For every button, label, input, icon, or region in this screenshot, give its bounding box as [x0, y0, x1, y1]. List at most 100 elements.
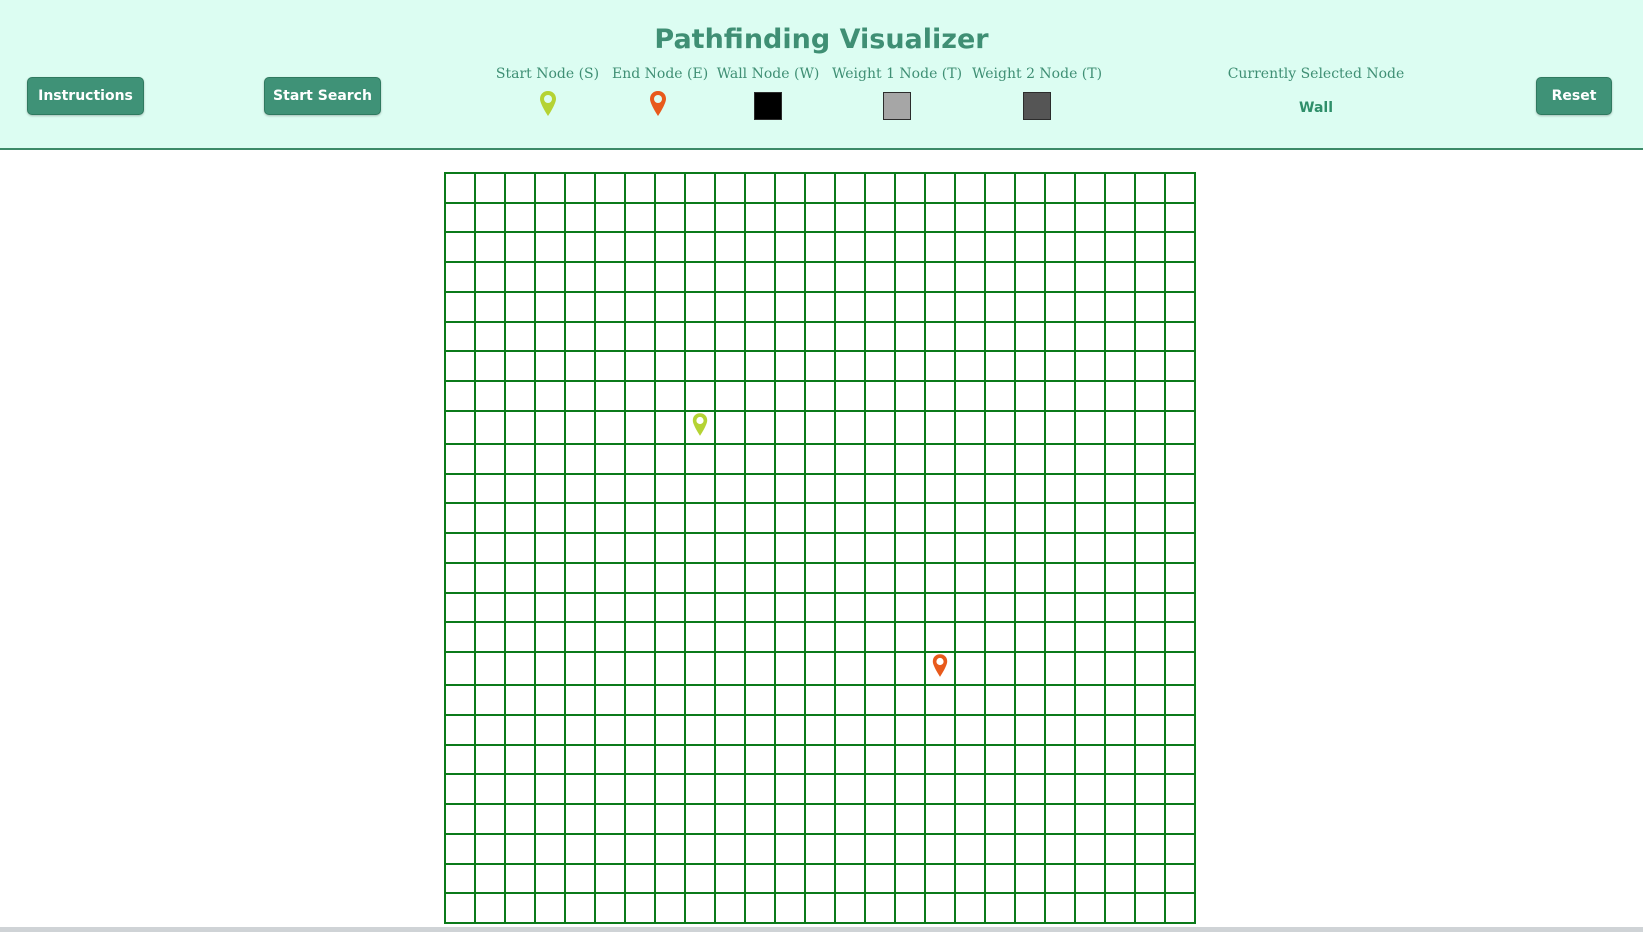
grid-cell[interactable]	[806, 745, 836, 776]
grid-cell[interactable]	[776, 563, 806, 594]
grid-cell[interactable]	[746, 775, 776, 806]
grid-cell[interactable]	[806, 563, 836, 594]
grid-cell[interactable]	[1136, 745, 1166, 776]
grid-cell[interactable]	[596, 894, 626, 924]
grid-cell[interactable]	[656, 775, 686, 806]
grid-cell[interactable]	[1076, 805, 1106, 835]
grid-cell[interactable]	[1106, 834, 1136, 865]
grid-cell[interactable]	[1106, 563, 1136, 594]
grid-cell[interactable]	[926, 715, 956, 746]
grid-cell[interactable]	[626, 805, 656, 835]
grid-cell[interactable]	[806, 775, 836, 806]
grid-cell[interactable]	[1106, 894, 1136, 924]
grid-cell[interactable]	[1076, 322, 1106, 353]
grid-cell[interactable]	[806, 894, 836, 924]
grid-cell[interactable]	[926, 534, 956, 564]
grid-cell[interactable]	[536, 534, 566, 564]
grid-cell[interactable]	[476, 775, 506, 806]
grid-cell[interactable]	[716, 382, 746, 412]
grid-cell[interactable]	[986, 715, 1016, 746]
grid-cell[interactable]	[1106, 263, 1136, 293]
grid-cell[interactable]	[956, 775, 986, 806]
grid-cell[interactable]	[896, 686, 926, 716]
grid-cell[interactable]	[1136, 444, 1166, 475]
grid-cell[interactable]	[1076, 474, 1106, 505]
grid-cell[interactable]	[686, 715, 716, 746]
grid-cell[interactable]	[1136, 292, 1166, 323]
grid-cell[interactable]	[716, 411, 746, 445]
grid-cell[interactable]	[1166, 411, 1196, 445]
grid-cell[interactable]	[506, 292, 536, 323]
grid-cell[interactable]	[476, 653, 506, 687]
grid-cell[interactable]	[956, 834, 986, 865]
grid-cell[interactable]	[836, 864, 866, 895]
grid-cell[interactable]	[956, 322, 986, 353]
grid-cell[interactable]	[476, 745, 506, 776]
grid-cell[interactable]	[536, 504, 566, 535]
grid-cell[interactable]	[1166, 504, 1196, 535]
grid-cell[interactable]	[1136, 411, 1166, 445]
grid-cell[interactable]	[626, 233, 656, 264]
grid-cell[interactable]	[1016, 263, 1046, 293]
grid-cell[interactable]	[596, 775, 626, 806]
grid-cell[interactable]	[836, 382, 866, 412]
grid-cell[interactable]	[656, 474, 686, 505]
grid-cell[interactable]	[536, 834, 566, 865]
grid-cell[interactable]	[1166, 593, 1196, 624]
grid-cell[interactable]	[566, 745, 596, 776]
grid-cell[interactable]	[1016, 292, 1046, 323]
grid-cell[interactable]	[446, 534, 476, 564]
grid-cell[interactable]	[1076, 504, 1106, 535]
grid-cell[interactable]	[986, 352, 1016, 383]
grid-cell[interactable]	[626, 292, 656, 323]
grid-cell[interactable]	[716, 233, 746, 264]
grid-cell[interactable]	[776, 444, 806, 475]
grid-cell[interactable]	[956, 563, 986, 594]
grid-cell[interactable]	[896, 322, 926, 353]
grid-cell[interactable]	[986, 444, 1016, 475]
grid-cell[interactable]	[986, 233, 1016, 264]
grid-cell[interactable]	[866, 864, 896, 895]
grid-cell[interactable]	[956, 411, 986, 445]
grid-cell[interactable]	[746, 474, 776, 505]
grid-cell[interactable]	[596, 593, 626, 624]
grid-cell[interactable]	[1136, 593, 1166, 624]
grid-cell[interactable]	[866, 174, 896, 204]
grid-cell[interactable]	[956, 444, 986, 475]
grid-cell[interactable]	[926, 563, 956, 594]
grid-cell[interactable]	[776, 203, 806, 234]
grid-cell[interactable]	[1106, 534, 1136, 564]
grid-cell[interactable]	[1136, 834, 1166, 865]
grid-cell[interactable]	[446, 474, 476, 505]
grid-cell[interactable]	[926, 411, 956, 445]
grid-cell[interactable]	[1106, 382, 1136, 412]
grid-cell[interactable]	[746, 411, 776, 445]
grid-cell[interactable]	[986, 174, 1016, 204]
grid-cell[interactable]	[1166, 563, 1196, 594]
grid-cell[interactable]	[596, 203, 626, 234]
grid-cell[interactable]	[566, 292, 596, 323]
grid-cell[interactable]	[596, 322, 626, 353]
grid-cell[interactable]	[506, 382, 536, 412]
grid-cell[interactable]	[686, 623, 716, 654]
grid-cell[interactable]	[476, 474, 506, 505]
grid-cell[interactable]	[1166, 745, 1196, 776]
grid-cell[interactable]	[896, 715, 926, 746]
grid-cell[interactable]	[776, 775, 806, 806]
grid-cell[interactable]	[866, 745, 896, 776]
grid-cell[interactable]	[866, 623, 896, 654]
grid-cell[interactable]	[1166, 623, 1196, 654]
grid-cell[interactable]	[1136, 474, 1166, 505]
grid-cell[interactable]	[686, 775, 716, 806]
grid-cell[interactable]	[1076, 745, 1106, 776]
grid-cell[interactable]	[1046, 775, 1076, 806]
grid-cell[interactable]	[656, 653, 686, 687]
grid-cell[interactable]	[596, 352, 626, 383]
grid-cell[interactable]	[566, 686, 596, 716]
grid-cell[interactable]	[536, 686, 566, 716]
grid-cell[interactable]	[866, 563, 896, 594]
grid-cell[interactable]	[1016, 174, 1046, 204]
grid-cell[interactable]	[446, 686, 476, 716]
grid-cell[interactable]	[1076, 623, 1106, 654]
grid-cell[interactable]	[776, 894, 806, 924]
